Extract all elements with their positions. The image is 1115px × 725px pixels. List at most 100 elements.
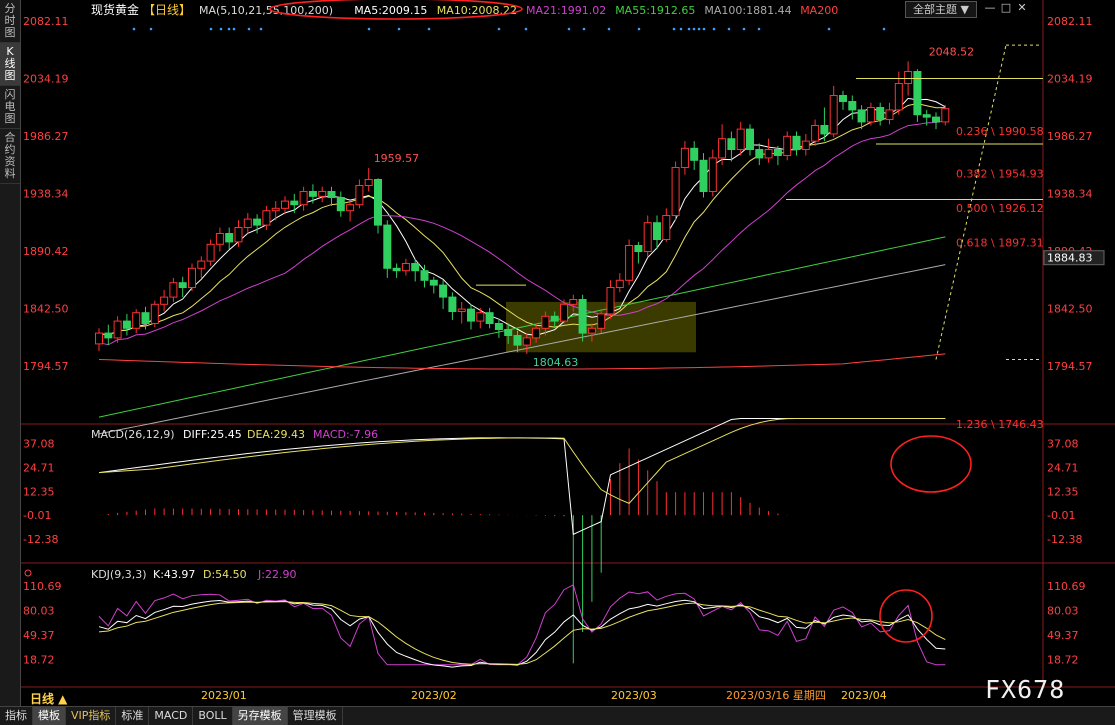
event-marker: [679, 27, 683, 31]
sidebar-tab-1[interactable]: K线图: [0, 43, 20, 86]
peak-label: 1959.57: [374, 152, 420, 165]
candle-body: [587, 327, 596, 334]
candle-body: [485, 312, 494, 324]
highlight-circle: [890, 435, 972, 493]
candle-body: [811, 125, 820, 142]
ma-legend-2: MA10:2008.22: [437, 4, 517, 17]
event-marker: [582, 27, 586, 31]
candle-body: [662, 215, 671, 241]
price-tick-label-left: 2034.19: [23, 72, 69, 85]
candle-body: [839, 95, 847, 103]
event-marker: [247, 27, 251, 31]
theme-dropdown[interactable]: 全部主题 ▼: [905, 1, 977, 18]
kdj-title: KDJ(9,3,3): [91, 568, 147, 581]
toolbar-button-5[interactable]: BOLL: [193, 707, 233, 725]
candle-body: [336, 197, 345, 212]
macd-tick-label: 12.35: [1047, 485, 1079, 498]
macd-tick-label-left: 24.71: [23, 461, 55, 474]
maximize-icon[interactable]: □: [998, 1, 1014, 14]
candle-body: [150, 303, 159, 324]
toolbar-button-3[interactable]: 标准: [116, 707, 150, 725]
candle-body: [215, 233, 224, 245]
sidebar-tab-0[interactable]: 分时图: [0, 0, 20, 43]
event-marker: [882, 27, 886, 31]
candle-body: [401, 262, 410, 272]
price-tick-label: 1842.50: [1047, 302, 1093, 315]
period-selector[interactable]: 日线 ▲: [30, 690, 67, 707]
toolbar-button-7[interactable]: 管理模板: [288, 707, 343, 725]
event-marker: [827, 27, 831, 31]
candle-body: [727, 138, 736, 151]
toolbar-button-4[interactable]: MACD: [149, 707, 194, 725]
candle-body: [169, 282, 178, 298]
candle-body: [160, 296, 169, 305]
low-label: 1804.63: [533, 356, 579, 369]
toolbar-button-2[interactable]: VIP指标: [66, 707, 117, 725]
ma-legend-6: MA200: [800, 4, 838, 17]
close-icon[interactable]: ✕: [1014, 1, 1030, 14]
candle-body: [541, 315, 550, 329]
candle-body: [411, 262, 420, 272]
event-marker: [607, 27, 611, 31]
toolbar-button-6[interactable]: 另存模板: [232, 707, 288, 725]
sidebar-tab-3[interactable]: 合约资料: [0, 129, 20, 184]
kdj-j-label: J:22.90: [257, 568, 296, 581]
candle-body: [904, 71, 913, 85]
kline-chart[interactable]: 现货黄金 【日线】 MA(5,10,21,55,100,200) MA5:2009.1…: [21, 0, 1115, 706]
kdj-tick-label: 110.69: [1047, 580, 1086, 593]
candle-body: [680, 147, 689, 169]
candle-body: [829, 95, 838, 135]
candle-body: [104, 332, 113, 339]
candle-body: [253, 218, 262, 226]
toolbar-button-0[interactable]: 指标: [0, 707, 33, 725]
candle-body: [606, 286, 615, 315]
macd-tick-label: 24.71: [1047, 461, 1079, 474]
event-marker: [687, 27, 691, 31]
candle-body: [932, 116, 940, 123]
ma100-line: [98, 264, 946, 435]
candle-body: [746, 128, 754, 151]
macd-tick-label: -12.38: [1047, 533, 1082, 546]
event-marker: [697, 27, 701, 31]
candle-body: [578, 298, 587, 334]
fib-label-2: 0.500 \ 1926.12: [956, 202, 1044, 215]
kdj-tick-label: 80.03: [1047, 604, 1079, 617]
macd-tick-label-left: -0.01: [23, 509, 51, 522]
candle-body: [783, 135, 792, 157]
instrument-name: 现货黄金: [91, 2, 139, 17]
event-marker: [742, 27, 746, 31]
event-marker: [132, 27, 136, 31]
candle-body: [690, 147, 699, 161]
kdj-tick-label-left: 49.37: [23, 629, 55, 642]
candle-body: [327, 191, 336, 199]
candle-body: [95, 332, 103, 345]
candle-body: [522, 337, 531, 346]
price-tick-label-left: 1890.42: [23, 245, 69, 258]
event-marker: [232, 27, 236, 31]
event-marker: [727, 27, 731, 31]
time-tick-label: 2023/02: [411, 689, 457, 702]
time-tick-label: 2023/04: [841, 689, 887, 702]
candle-body: [820, 125, 829, 135]
candle-body: [532, 327, 541, 339]
candle-body: [225, 233, 234, 243]
candle-body: [383, 224, 392, 269]
minimize-icon[interactable]: —: [982, 1, 998, 14]
candle-body: [866, 107, 875, 123]
candle-body: [755, 149, 764, 159]
candle-body: [308, 191, 317, 197]
sidebar-tab-2[interactable]: 闪电图: [0, 86, 20, 129]
toolbar-button-1[interactable]: 模板: [33, 707, 66, 725]
event-marker: [712, 27, 716, 31]
kdj-k-label: K:43.97: [153, 568, 195, 581]
period-sidebar: 分时图K线图闪电图合约资料: [0, 0, 21, 706]
event-marker: [427, 27, 431, 31]
price-tick-label: 2034.19: [1047, 72, 1093, 85]
time-tick-label: 2023/01: [201, 689, 247, 702]
event-marker: [397, 27, 401, 31]
price-tick-label-left: 2082.11: [23, 15, 69, 28]
kdj-d-label: D:54.50: [203, 568, 247, 581]
ma-legend-0: MA(5,10,21,55,100,200): [199, 4, 333, 17]
event-marker: [637, 27, 641, 31]
event-marker: [672, 27, 676, 31]
